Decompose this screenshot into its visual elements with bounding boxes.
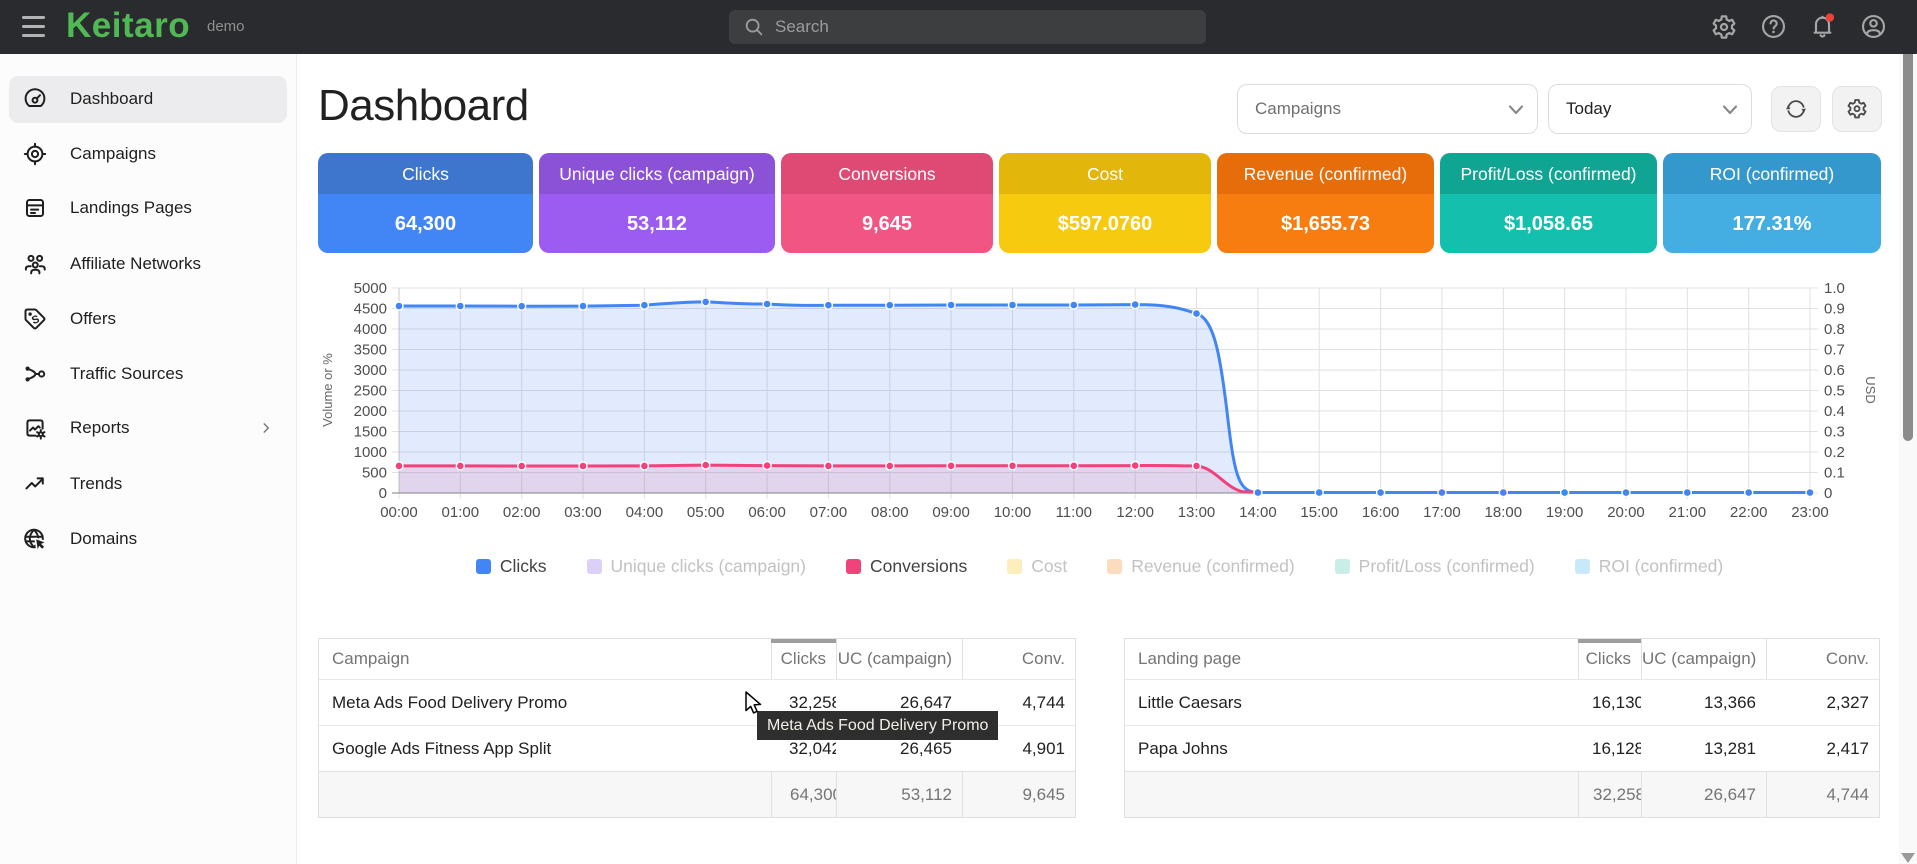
svg-text:0.7: 0.7	[1824, 342, 1845, 359]
svg-text:3000: 3000	[354, 362, 387, 379]
svg-text:1.0: 1.0	[1824, 280, 1845, 297]
svg-text:Volume or %: Volume or %	[320, 353, 335, 427]
svg-text:0: 0	[1824, 485, 1832, 502]
svg-text:21:00: 21:00	[1669, 504, 1707, 521]
svg-text:11:00: 11:00	[1056, 504, 1092, 521]
svg-text:18:00: 18:00	[1485, 504, 1523, 521]
svg-text:0.3: 0.3	[1824, 424, 1845, 441]
svg-text:02:00: 02:00	[503, 504, 541, 521]
svg-text:15:00: 15:00	[1300, 504, 1338, 521]
svg-text:0.9: 0.9	[1824, 301, 1845, 318]
svg-text:06:00: 06:00	[748, 504, 786, 521]
svg-text:2000: 2000	[354, 403, 387, 420]
svg-text:1500: 1500	[354, 424, 387, 441]
svg-text:09:00: 09:00	[932, 504, 970, 521]
svg-text:08:00: 08:00	[871, 504, 909, 521]
svg-text:14:00: 14:00	[1239, 504, 1277, 521]
svg-text:03:00: 03:00	[564, 504, 602, 521]
svg-text:4000: 4000	[354, 321, 387, 338]
svg-text:23:00: 23:00	[1791, 504, 1829, 521]
svg-text:USD: USD	[1863, 376, 1878, 403]
svg-text:20:00: 20:00	[1607, 504, 1645, 521]
svg-text:07:00: 07:00	[810, 504, 848, 521]
svg-text:12:00: 12:00	[1116, 504, 1154, 521]
svg-text:0.5: 0.5	[1824, 383, 1845, 400]
svg-text:4500: 4500	[354, 301, 387, 318]
svg-text:0.8: 0.8	[1824, 321, 1845, 338]
svg-text:22:00: 22:00	[1730, 504, 1768, 521]
svg-text:1000: 1000	[354, 444, 387, 461]
svg-text:2500: 2500	[354, 383, 387, 400]
svg-text:0.1: 0.1	[1824, 465, 1845, 482]
svg-text:0.2: 0.2	[1824, 444, 1845, 461]
svg-text:0.4: 0.4	[1824, 403, 1845, 420]
svg-text:5000: 5000	[354, 280, 387, 297]
svg-text:05:00: 05:00	[687, 504, 725, 521]
svg-text:04:00: 04:00	[626, 504, 664, 521]
svg-text:13:00: 13:00	[1178, 504, 1216, 521]
svg-text:3500: 3500	[354, 342, 387, 359]
svg-text:0: 0	[379, 485, 387, 502]
svg-text:01:00: 01:00	[442, 504, 480, 521]
svg-text:500: 500	[362, 465, 387, 482]
svg-text:17:00: 17:00	[1423, 504, 1461, 521]
svg-text:10:00: 10:00	[994, 504, 1032, 521]
svg-text:19:00: 19:00	[1546, 504, 1584, 521]
svg-text:00:00: 00:00	[380, 504, 418, 521]
svg-text:0.6: 0.6	[1824, 362, 1845, 379]
svg-text:16:00: 16:00	[1362, 504, 1400, 521]
